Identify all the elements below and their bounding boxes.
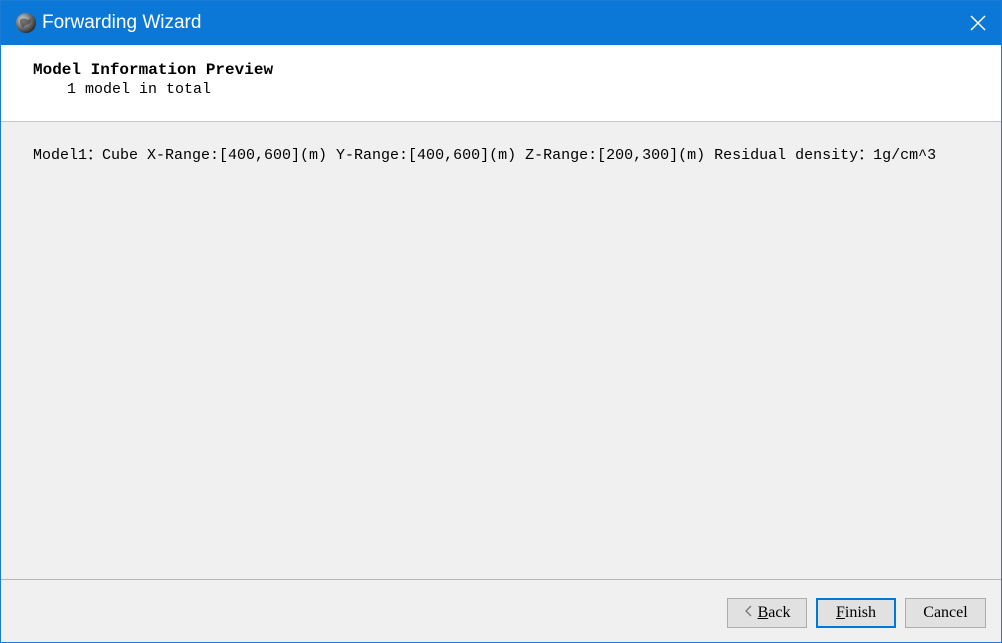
cancel-label: Cancel (923, 604, 968, 621)
model-info-line: Model1：Cube X-Range:[400,600](m) Y-Range… (33, 147, 937, 164)
back-label-rest: ack (768, 604, 791, 621)
cancel-button[interactable]: Cancel (905, 598, 986, 628)
finish-label-rest: inish (844, 604, 877, 621)
globe-icon (15, 12, 37, 34)
page-subtitle: 1 model in total (67, 81, 212, 98)
page-title: Model Information Preview (33, 61, 274, 79)
back-button[interactable]: Back (727, 598, 807, 628)
title-bar[interactable]: Forwarding Wizard (1, 1, 1001, 45)
window-title: Forwarding Wizard (42, 12, 202, 33)
chevron-left-icon (744, 604, 752, 622)
finish-button[interactable]: Finish (816, 598, 896, 628)
wizard-window: Forwarding Wizard Model Information Prev… (0, 0, 1002, 643)
model-preview-area: Model1：Cube X-Range:[400,600](m) Y-Range… (1, 123, 1001, 579)
button-bar: Back Finish Cancel (1, 579, 1001, 642)
back-mnemonic: B (757, 604, 769, 621)
finish-mnemonic: F (835, 604, 845, 621)
close-button[interactable] (955, 1, 1001, 45)
wizard-header: Model Information Preview 1 model in tot… (1, 45, 1001, 122)
close-icon (970, 15, 986, 31)
